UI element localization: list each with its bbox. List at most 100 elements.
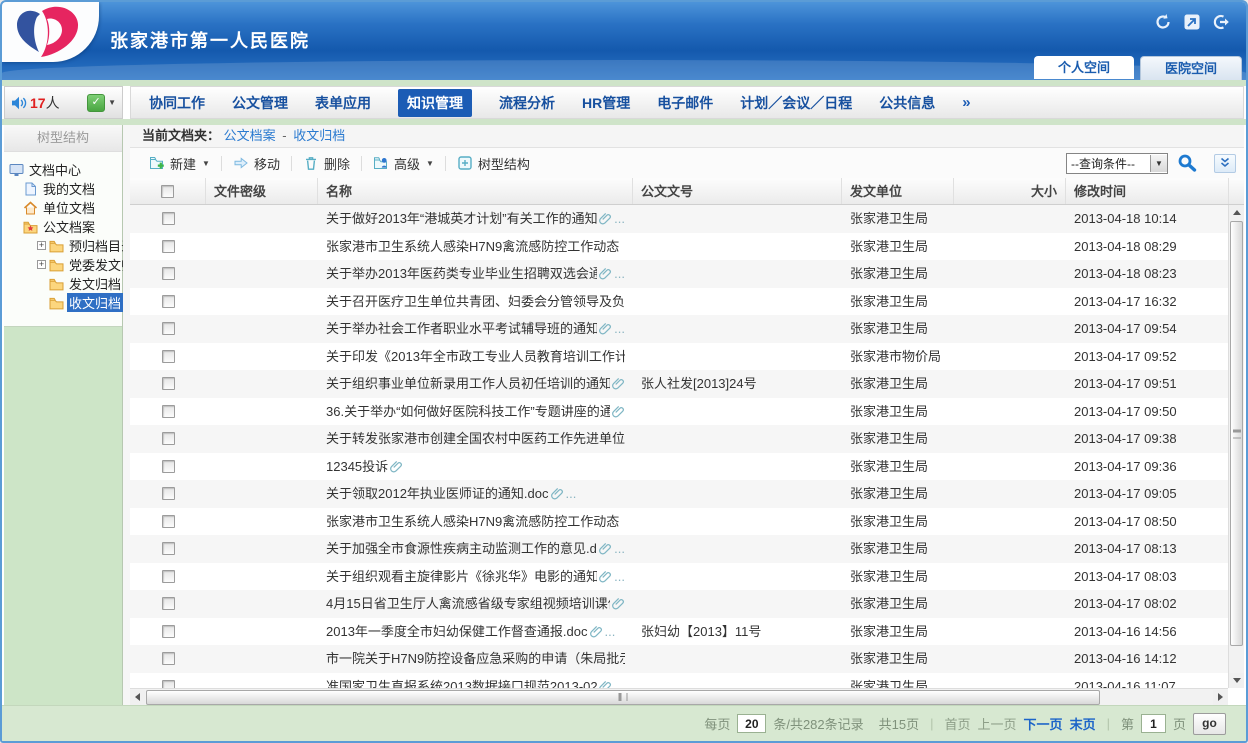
per-page-input[interactable] [737,714,766,733]
row-checkbox[interactable] [162,625,175,638]
row-checkbox[interactable] [162,267,175,280]
row-checkbox[interactable] [162,432,175,445]
status-check-button[interactable]: ✓ [87,94,105,112]
nav-item[interactable]: 流程分析 [499,93,555,113]
vertical-scrollbar[interactable] [1228,205,1244,688]
tree-item[interactable]: 我的文档 [7,179,122,198]
document-name[interactable]: 关于领取2012年执业医师证的通知.doc [326,480,549,508]
document-name[interactable]: 12345投诉 [326,453,388,481]
tree-expander-icon[interactable]: + [37,241,46,250]
prev-page-link[interactable]: 上一页 [978,714,1017,733]
nav-more-chevron[interactable]: » [962,94,970,111]
document-name[interactable]: 张家港市卫生系统人感染H7N9禽流感防控工作动态（第1 [326,233,625,261]
row-checkbox[interactable] [162,652,175,665]
row-checkbox[interactable] [162,377,175,390]
row-checkbox[interactable] [162,570,175,583]
scroll-up-button[interactable] [1229,205,1244,220]
row-checkbox[interactable] [162,542,175,555]
row-checkbox[interactable] [162,597,175,610]
nav-item[interactable]: 公文管理 [232,93,288,113]
mail-icon[interactable] [1183,13,1201,31]
document-name[interactable]: 关于转发张家港市创建全国农村中医药工作先进单位实施方 [326,425,625,453]
tree-item[interactable]: 公文档案 [7,217,122,236]
nav-item[interactable]: 计划／会议／日程 [740,93,852,113]
time-cell: 2013-04-17 16:32 [1066,288,1228,316]
horizontal-scrollbar[interactable] [130,688,1228,705]
secrecy-cell [206,205,318,233]
row-checkbox[interactable] [162,680,175,688]
document-name[interactable]: 关于做好2013年“港城英才计划”有关工作的通知.doc [326,205,597,233]
time-cell: 2013-04-17 09:52 [1066,343,1228,371]
nav-item[interactable]: 协同工作 [149,93,205,113]
row-checkbox[interactable] [162,460,175,473]
tree-item-label: 文档中心 [27,160,83,179]
row-checkbox[interactable] [162,212,175,225]
first-page-link[interactable]: 首页 [945,714,971,733]
tree-item[interactable]: 收文归档 [7,293,122,312]
table-row: 12345投诉张家港卫生局2013-04-17 09:36 [130,453,1228,481]
last-page-link[interactable]: 末页 [1070,714,1096,733]
breadcrumb-link-current[interactable]: 收文归档 [293,128,345,143]
document-name[interactable]: 张家港市卫生系统人感染H7N9禽流感防控工作动态（第9 [326,508,625,536]
document-name[interactable]: 关于组织观看主旋律影片《徐兆华》电影的通知.PDF [326,563,597,591]
row-checkbox[interactable] [162,487,175,500]
next-page-link[interactable]: 下一页 [1024,714,1063,733]
tree-item[interactable]: 文档中心 [7,160,122,179]
document-name[interactable]: 关于印发《2013年全市政工专业人员教育培训工作计划》的 [326,343,625,371]
nav-item[interactable]: 电子邮件 [657,93,713,113]
document-name[interactable]: 2013年一季度全市妇幼保健工作督查通报.doc [326,618,588,646]
page-number-input[interactable] [1141,714,1166,733]
tab-hospital-space[interactable]: 医院空间 [1140,56,1242,80]
tree-item[interactable]: 发文归档 [7,274,122,293]
collapse-panel-button[interactable] [1214,154,1236,173]
go-button[interactable]: go [1193,713,1226,735]
pages-label: 共15页 [879,714,919,733]
tree-item[interactable]: 单位文档 [7,198,122,217]
toolbar-button-move[interactable]: 移动 [222,154,291,173]
scroll-left-button[interactable] [130,690,145,705]
size-cell [954,480,1066,508]
toolbar-button-new[interactable]: 新建▼ [138,154,221,173]
row-checkbox[interactable] [162,515,175,528]
toolbar-button-tree[interactable]: 树型结构 [446,154,541,173]
nav-item[interactable]: HR管理 [582,93,630,113]
row-checkbox[interactable] [162,405,175,418]
breadcrumb-link-archive[interactable]: 公文档案 [224,128,276,143]
row-checkbox[interactable] [162,240,175,253]
row-checkbox[interactable] [162,295,175,308]
refresh-icon[interactable] [1154,13,1172,31]
document-name[interactable]: 准国家卫生直报系统2013数据接口规范2013-02-19.doc [326,673,597,689]
status-caret-icon[interactable]: ▼ [108,98,116,107]
tree-expander-icon[interactable]: + [37,260,46,269]
tab-personal-space[interactable]: 个人空间 [1034,56,1134,79]
document-name[interactable]: 36.关于举办“如何做好医院科技工作”专题讲座的通知.doc [326,398,610,426]
toolbar-button-advanced[interactable]: 高级▼ [362,154,445,173]
tree-item[interactable]: +预归档目录 [7,236,122,255]
name-cell: 关于举办社会工作者职业水平考试辅导班的通知.doc... [318,315,633,343]
query-condition-select[interactable]: --查询条件-- ▼ [1066,153,1168,174]
scroll-down-button[interactable] [1229,673,1244,688]
toolbar-button-delete[interactable]: 删除 [292,154,361,173]
nav-item[interactable]: 公共信息 [879,93,935,113]
nav-item[interactable]: 表单应用 [315,93,371,113]
tree-item[interactable]: +党委发文归档 [7,255,122,274]
vertical-scroll-thumb[interactable] [1230,221,1243,646]
row-checkbox[interactable] [162,322,175,335]
document-name[interactable]: 4月15日省卫生厅人禽流感省级专家组视频培训课件.rar [326,590,610,618]
scroll-right-button[interactable] [1213,690,1228,705]
nav-item[interactable]: 知识管理 [398,89,472,117]
document-name[interactable]: 关于组织事业单位新录用工作人员初任培训的通知.doc [326,370,610,398]
horizontal-scroll-thumb[interactable] [146,690,1100,705]
select-all-checkbox[interactable] [161,185,174,198]
document-name[interactable]: 市一院关于H7N9防控设备应急采购的申请（朱局批示）.P [326,645,625,673]
document-name[interactable]: 关于召开医疗卫生单位共青团、妇委会分管领导及负责人会 [326,288,625,316]
row-checkbox[interactable] [162,350,175,363]
document-name[interactable]: 关于加强全市食源性疾病主动监测工作的意见.doc [326,535,597,563]
table-row: 36.关于举办“如何做好医院科技工作”专题讲座的通知.doc张家港卫生局2013… [130,398,1228,426]
search-icon[interactable] [1177,153,1197,173]
select-dropdown-icon[interactable]: ▼ [1150,155,1167,172]
document-name[interactable]: 关于举办2013年医药类专业毕业生招聘双选会通知 [326,260,597,288]
document-name[interactable]: 关于举办社会工作者职业水平考试辅导班的通知.doc [326,315,597,343]
logout-icon[interactable] [1212,13,1230,31]
table-body: 关于做好2013年“港城英才计划”有关工作的通知.doc...张家港卫生局201… [130,205,1228,688]
